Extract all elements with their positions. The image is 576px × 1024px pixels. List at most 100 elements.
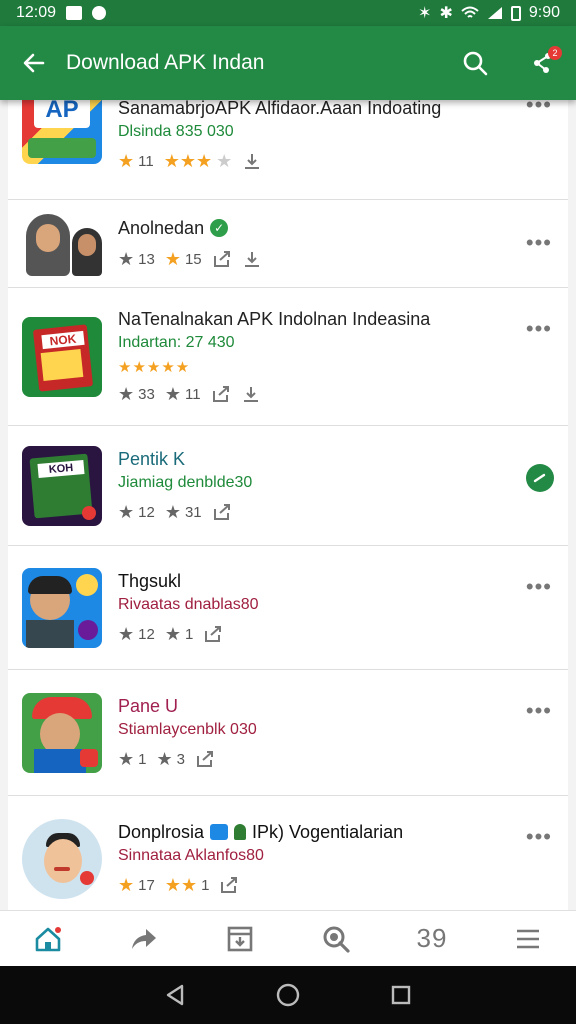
rating-count: ★ 15 (164, 248, 202, 269)
rating-count: ★ 13 (118, 248, 155, 269)
inbox-download-icon (227, 926, 253, 951)
image-badge-icon (210, 824, 229, 840)
rating-count: ★ 11 (118, 150, 154, 171)
star-icon: ★ (164, 501, 181, 522)
page-title: Download APK Indan (66, 51, 265, 74)
star-icon: ★ (118, 874, 135, 895)
bluetooth-icon: ✱ (439, 5, 453, 22)
star-rating: ★★★★★ (118, 358, 191, 376)
rating-count: ★ 12 (118, 623, 155, 644)
app-subtitle: Jiamiag denblde30 (118, 473, 253, 491)
star-icon: ★ (118, 248, 135, 269)
download-icon[interactable] (241, 385, 261, 403)
status-time: 12:09 (16, 4, 57, 21)
sync-icon (92, 6, 107, 20)
app-subtitle: Dlsinda 835 030 (118, 122, 234, 140)
status-bar: 12:09 ✶ ✱ 9:90 (0, 0, 576, 26)
star-icon: ★ (164, 248, 181, 269)
star-icon: ★ (118, 748, 135, 769)
app-name: Pentik K (118, 448, 186, 469)
nav-share[interactable] (120, 915, 168, 963)
system-nav-bar (0, 966, 576, 1024)
app-bar: Download APK Indan 2 (0, 26, 576, 100)
share-icon[interactable] (195, 750, 215, 768)
more-options-button[interactable]: ••• (526, 574, 552, 600)
nav-scan[interactable]: 39 (408, 915, 456, 963)
list-item[interactable]: Anolnedan ✓ ★ 13 ★ 15 ••• (8, 200, 568, 288)
nav-menu[interactable] (504, 915, 552, 963)
share-icon[interactable] (211, 385, 231, 403)
search-icon (463, 51, 488, 76)
app-list: AP SanamabrjoAPK Alfidaor.Aaan Indoating… (8, 84, 568, 910)
share-icon[interactable] (212, 250, 232, 268)
share-icon[interactable] (212, 503, 232, 521)
rating-count: ★ 11 (164, 383, 201, 404)
search-icon (323, 926, 350, 953)
notification-badge: 2 (548, 46, 562, 60)
star-rating: ★★ 1 (164, 874, 210, 895)
app-subtitle: Stiamlaycenblk 030 (118, 720, 257, 738)
person-badge-icon (234, 824, 247, 840)
nav-home[interactable] (24, 915, 72, 963)
list-item[interactable]: KOH Pentik K Jiamiag denblde30 ★ 12 ★ 31 (8, 426, 568, 546)
rating-count: ★ 17 (118, 874, 155, 895)
app-name: NaTenalnakan APK Indolnan Indeasina (118, 308, 431, 329)
nav-search[interactable] (312, 915, 360, 963)
verified-icon: ✓ (210, 219, 229, 237)
star-icon: ★ (164, 383, 181, 404)
star-icon: ★ (156, 748, 173, 769)
star-icon: ★ (118, 383, 135, 404)
photo-icon (66, 6, 83, 20)
more-options-button[interactable]: ••• (526, 698, 552, 724)
star-icon: ★ (118, 150, 135, 171)
app-thumbnail: KOH (22, 445, 102, 526)
signal-icon (487, 7, 502, 19)
more-options-button[interactable]: ••• (526, 316, 552, 342)
scan-label: 39 (416, 923, 448, 953)
home-icon (35, 926, 61, 951)
app-name: Donplrosia IPk) Vogentialarian (118, 821, 404, 842)
rating-count: ★ 1 (118, 748, 147, 769)
wifi-icon (461, 6, 479, 18)
share-icon[interactable] (203, 625, 223, 643)
nav-downloads[interactable] (216, 915, 264, 963)
share-icon[interactable] (219, 876, 239, 894)
star-icon: ★ (164, 623, 181, 644)
download-icon[interactable] (242, 250, 262, 268)
system-back-icon[interactable] (164, 983, 186, 1007)
system-recents-icon[interactable] (390, 984, 412, 1006)
alarm-icon: ✶ (418, 5, 432, 22)
rating-count: ★ 1 (164, 623, 194, 644)
list-item[interactable]: NOK NaTenalnakan APK Indolnan Indeasina … (8, 288, 568, 426)
app-subtitle: Sinnataa Aklanfos80 (118, 846, 264, 864)
app-thumbnail (22, 567, 102, 648)
star-icon: ★ (118, 501, 135, 522)
system-home-icon[interactable] (275, 982, 301, 1008)
menu-icon (517, 929, 539, 948)
app-thumbnail: NOK (22, 316, 102, 397)
search-button[interactable] (458, 46, 492, 80)
more-options-button[interactable]: ••• (526, 230, 552, 256)
bottom-nav: 39 (0, 910, 576, 966)
list-item[interactable]: Thgsukl Rivaatas dnablas80 ★ 12 ★ 1 ••• (8, 546, 568, 670)
notifications-button[interactable]: 2 (526, 46, 562, 80)
download-icon[interactable] (242, 152, 262, 170)
back-button[interactable] (16, 45, 52, 81)
star-rating: ★★★ ★ (163, 150, 233, 171)
app-name: SanamabrjoAPK Alfidaor.Aaan Indoating (118, 97, 442, 118)
app-thumbnail (22, 692, 102, 773)
battery-icon (510, 5, 521, 21)
app-name: Pane U (118, 695, 179, 716)
more-options-button[interactable]: ••• (526, 824, 552, 850)
status-right-text: 9:90 (528, 4, 560, 21)
list-item[interactable]: Pane U Stiamlaycenblk 030 ★ 1 ★ 3 ••• (8, 670, 568, 796)
rating-count: ★ 31 (164, 501, 202, 522)
app-subtitle: Rivaatas dnablas80 (118, 595, 259, 613)
rating-count: ★ 3 (156, 748, 185, 769)
list-item[interactable]: AP SanamabrjoAPK Alfidaor.Aaan Indoating… (8, 84, 568, 200)
installed-check-icon[interactable] (526, 464, 554, 492)
rating-count: ★ 33 (118, 383, 155, 404)
star-icon: ★ (118, 623, 135, 644)
app-name: Anolnedan ✓ (118, 218, 262, 239)
list-item[interactable]: Donplrosia IPk) Vogentialarian Sinnataa … (8, 796, 568, 910)
